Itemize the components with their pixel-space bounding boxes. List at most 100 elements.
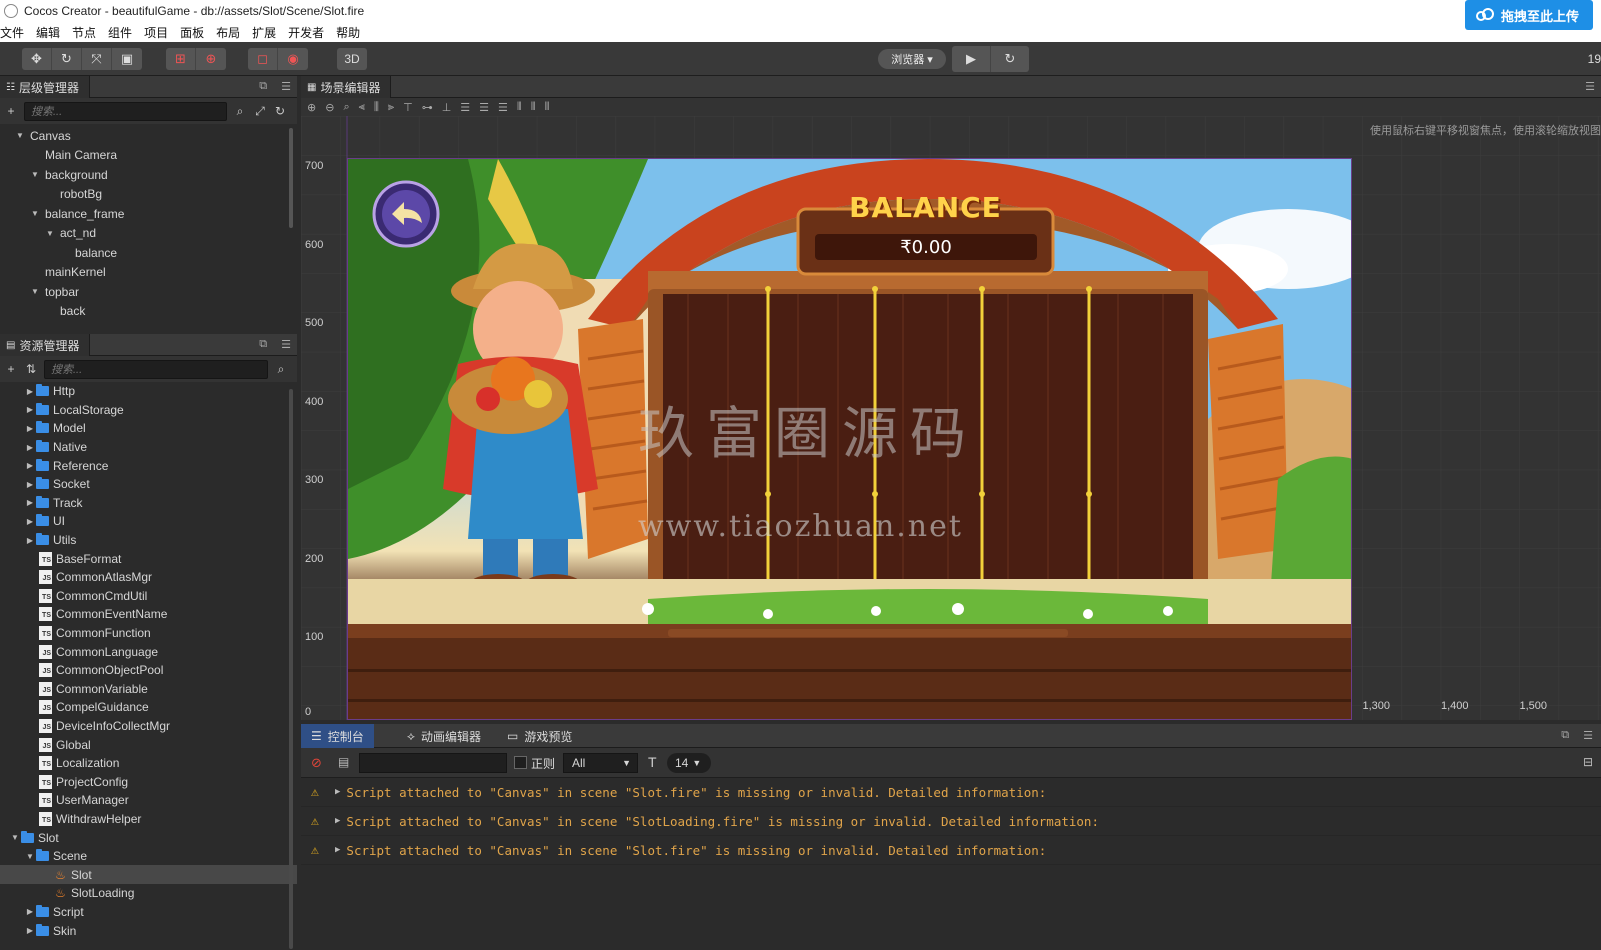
upload-button[interactable]: 拖拽至此上传 xyxy=(1465,0,1593,30)
rotate-tool-icon[interactable]: ↻ xyxy=(52,48,82,70)
popout-icon[interactable]: ⧉ xyxy=(259,338,267,351)
asset-item[interactable]: TS ProjectConfig xyxy=(0,772,297,791)
asset-item[interactable]: TS CommonCmdUtil xyxy=(0,587,297,606)
clear-icon[interactable]: ⊘ xyxy=(311,755,322,771)
popout-icon[interactable]: ⧉ xyxy=(259,80,267,93)
distribute-bottom-icon[interactable]: ☰ xyxy=(498,101,508,114)
chevron-down-icon[interactable]: ▼ xyxy=(9,833,21,842)
scale-tool-icon[interactable]: ⤧ xyxy=(82,48,112,70)
play-icon[interactable]: ▶ xyxy=(952,46,991,72)
hierarchy-node[interactable]: balance xyxy=(0,243,297,263)
align-right-icon[interactable]: ⫸ xyxy=(388,101,394,114)
search-icon[interactable]: ⌕ xyxy=(233,104,247,119)
align-top-icon[interactable]: ⊤ xyxy=(403,101,413,114)
asset-item[interactable]: ▶ Skin xyxy=(0,921,297,940)
chevron-right-icon[interactable]: ▶ xyxy=(24,536,36,545)
log-entry[interactable]: ⚠ ▶ Script attached to "Canvas" in scene… xyxy=(301,778,1601,807)
chevron-right-icon[interactable]: ▶ xyxy=(24,387,36,396)
asset-item[interactable]: ▶ Track xyxy=(0,494,297,513)
asset-item[interactable]: ▶ UI xyxy=(0,512,297,531)
asset-item[interactable]: JS CommonVariable xyxy=(0,680,297,699)
tab-console[interactable]: ☰ 控制台 xyxy=(301,724,374,748)
assets-scrollbar[interactable] xyxy=(289,389,293,949)
chevron-right-icon[interactable]: ▶ xyxy=(24,443,36,452)
scene-viewport[interactable]: 使用鼠标右键平移视窗焦点，使用滚轮缩放视图 700 600 500 400 300 200… xyxy=(301,116,1601,720)
distribute-vcenter-icon[interactable]: ☰ xyxy=(479,101,489,114)
tab-animation[interactable]: ⟡ 动画编辑器 xyxy=(397,724,491,748)
tab-game-preview[interactable]: ▭ 游戏预览 xyxy=(497,724,582,748)
log-entry[interactable]: ⚠ ▶ Script attached to "Canvas" in scene… xyxy=(301,807,1601,836)
menu-component[interactable]: 组件 xyxy=(108,24,138,41)
expand-arrow-icon[interactable]: ▶ xyxy=(335,787,340,797)
distribute-left-icon[interactable]: ⦀ xyxy=(517,101,522,114)
menu-extension[interactable]: 扩展 xyxy=(252,24,282,41)
console-filter-input[interactable] xyxy=(359,753,507,773)
asset-item[interactable]: JS CommonAtlasMgr xyxy=(0,568,297,587)
sort-icon[interactable]: ⇅ xyxy=(24,362,38,376)
asset-item[interactable]: ▶ Native xyxy=(0,438,297,457)
hierarchy-node[interactable]: ▼ topbar xyxy=(0,282,297,302)
log-level-select[interactable]: All ▼ xyxy=(563,753,638,773)
asset-item[interactable]: ▶ Http xyxy=(0,382,297,401)
asset-item[interactable]: JS CommonLanguage xyxy=(0,642,297,661)
add-asset-icon[interactable]: + xyxy=(4,362,18,376)
preview-platform-select[interactable]: 浏览器 ▾ xyxy=(878,49,946,69)
asset-item[interactable]: ▼ Slot xyxy=(0,828,297,847)
asset-item[interactable]: TS Localization xyxy=(0,754,297,773)
font-size-select[interactable]: 14 ▼ xyxy=(667,753,711,773)
asset-item[interactable]: TS CommonEventName xyxy=(0,605,297,624)
menu-edit[interactable]: 编辑 xyxy=(36,24,66,41)
log-entry[interactable]: ⚠ ▶ Script attached to "Canvas" in scene… xyxy=(301,836,1601,865)
refresh-icon[interactable]: ↻ xyxy=(991,46,1029,72)
menu-icon[interactable]: ☰ xyxy=(281,338,291,351)
pivot-icon[interactable]: ⊞ xyxy=(166,48,196,70)
expand-arrow-icon[interactable]: ▼ xyxy=(44,229,56,238)
menu-file[interactable]: 文件 xyxy=(0,24,30,41)
chevron-right-icon[interactable]: ▶ xyxy=(24,498,36,507)
asset-item[interactable]: JS Global xyxy=(0,735,297,754)
asset-item[interactable]: JS DeviceInfoCollectMgr xyxy=(0,717,297,736)
chevron-right-icon[interactable]: ▶ xyxy=(24,517,36,526)
menu-layout[interactable]: 布局 xyxy=(216,24,246,41)
hierarchy-search-input[interactable]: 搜索... xyxy=(24,101,227,121)
regex-checkbox[interactable] xyxy=(514,756,527,769)
asset-item[interactable]: ▶ LocalStorage xyxy=(0,401,297,420)
mode-3d-button[interactable]: 3D xyxy=(337,48,367,70)
distribute-hcenter-icon[interactable]: ⦀ xyxy=(531,101,536,114)
asset-item[interactable]: ▶ Utils xyxy=(0,531,297,550)
scene-tab[interactable]: ▦ 场景编辑器 xyxy=(301,76,392,98)
chevron-right-icon[interactable]: ▶ xyxy=(24,480,36,489)
align-vcenter-icon[interactable]: ⊶ xyxy=(422,101,433,114)
distribute-right-icon[interactable]: ⦀ xyxy=(545,101,550,114)
hierarchy-node[interactable]: robotBg xyxy=(0,185,297,205)
hierarchy-node[interactable]: back xyxy=(0,302,297,322)
chevron-down-icon[interactable]: ▼ xyxy=(24,852,36,861)
menu-node[interactable]: 节点 xyxy=(72,24,102,41)
asset-item[interactable]: TS UserManager xyxy=(0,791,297,810)
hierarchy-tab[interactable]: ☷ 层级管理器 xyxy=(0,76,90,98)
menu-panel[interactable]: 面板 xyxy=(180,24,210,41)
hierarchy-node[interactable]: ▼ Canvas xyxy=(0,126,297,146)
asset-item[interactable]: ▶ Socket xyxy=(0,475,297,494)
asset-item[interactable]: ▼ Scene xyxy=(0,847,297,866)
gizmo-rect-icon[interactable]: ◻ xyxy=(248,48,278,70)
expand-arrow-icon[interactable]: ▼ xyxy=(29,287,41,296)
local-icon[interactable]: ⊕ xyxy=(196,48,226,70)
asset-item[interactable]: TS WithdrawHelper xyxy=(0,810,297,829)
align-left-icon[interactable]: ⫷ xyxy=(359,101,365,114)
asset-item[interactable]: TS BaseFormat xyxy=(0,549,297,568)
expand-arrow-icon[interactable]: ▼ xyxy=(29,209,41,218)
chevron-right-icon[interactable]: ▶ xyxy=(24,424,36,433)
expand-arrow-icon[interactable]: ▶ xyxy=(335,816,340,826)
asset-item[interactable]: JS CommonObjectPool xyxy=(0,661,297,680)
hierarchy-node[interactable]: Main Camera xyxy=(0,146,297,166)
asset-item[interactable]: ▶ Script xyxy=(0,903,297,922)
menu-icon[interactable]: ☰ xyxy=(281,80,291,93)
menu-project[interactable]: 项目 xyxy=(144,24,174,41)
add-node-icon[interactable]: + xyxy=(4,104,18,118)
distribute-top-icon[interactable]: ☰ xyxy=(460,101,470,114)
refresh-icon[interactable]: ↻ xyxy=(273,104,287,118)
menu-developer[interactable]: 开发者 xyxy=(288,24,330,41)
back-button[interactable] xyxy=(374,182,438,246)
chevron-right-icon[interactable]: ▶ xyxy=(24,461,36,470)
